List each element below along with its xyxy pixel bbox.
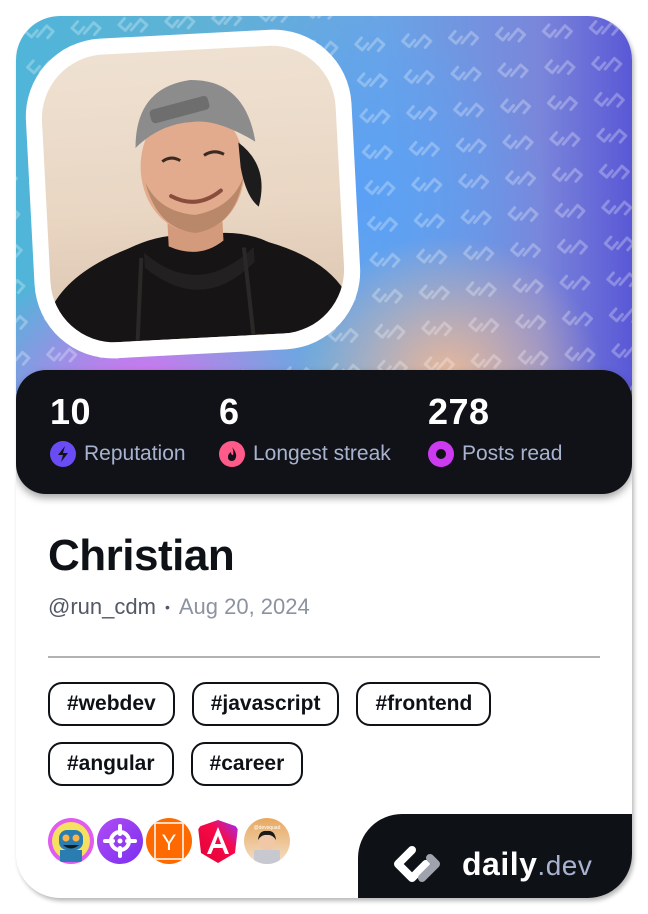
- stat-posts-read: 278 Posts read: [428, 392, 562, 467]
- avatar: [38, 42, 348, 346]
- hacker-news-icon: Y: [154, 822, 184, 860]
- tag-chip[interactable]: #career: [190, 742, 304, 786]
- robot-icon: [52, 822, 90, 862]
- stat-value: 278: [428, 391, 490, 432]
- daily-dev-brand: daily.dev: [358, 814, 632, 898]
- profile-card: 10 Reputation 6 Longest streak 278 Posts…: [16, 16, 632, 898]
- stat-label: Longest streak: [253, 442, 391, 465]
- flame-icon: [219, 441, 245, 467]
- angular-icon: [198, 820, 238, 863]
- svg-text:@devsquad: @devsquad: [254, 825, 281, 831]
- brand-wordmark: daily.dev: [462, 846, 592, 883]
- stat-reputation: 10 Reputation: [50, 392, 186, 467]
- tag-chip[interactable]: #webdev: [48, 682, 175, 726]
- source-angular[interactable]: [195, 818, 241, 864]
- favorite-sources: Y @devsquad: [48, 818, 291, 864]
- separator-dot: •: [164, 599, 170, 615]
- tag-chip[interactable]: #frontend: [356, 682, 492, 726]
- brand-name: daily: [462, 845, 538, 882]
- avatar-frame: [21, 25, 365, 363]
- profile-meta: @run_cdm • Aug 20, 2024: [48, 594, 310, 620]
- stat-longest-streak: 6 Longest streak: [219, 392, 391, 467]
- crosshair-icon: [103, 824, 137, 858]
- svg-text:Y: Y: [162, 830, 177, 855]
- source-devsquad[interactable]: @devsquad: [244, 818, 290, 864]
- stats-bar: 10 Reputation 6 Longest streak 278 Posts…: [16, 370, 632, 494]
- tag-list: #webdev #javascript #frontend #angular #…: [48, 682, 608, 786]
- devsquad-icon: @devsquad: [254, 825, 281, 864]
- stat-value: 10: [50, 391, 92, 432]
- hero-background: [16, 16, 632, 416]
- profile-handle: @run_cdm: [48, 594, 156, 619]
- profile-name: Christian: [48, 531, 235, 580]
- tag-chip[interactable]: #angular: [48, 742, 174, 786]
- daily-dev-logo-icon: [394, 846, 440, 882]
- eye-icon: [428, 441, 454, 467]
- source-crosshair[interactable]: [97, 818, 143, 864]
- source-robot-avatar[interactable]: [48, 818, 94, 864]
- source-hacker-news[interactable]: Y: [146, 818, 192, 864]
- join-date: Aug 20, 2024: [178, 594, 310, 619]
- tag-chip[interactable]: #javascript: [191, 682, 340, 726]
- stat-label: Reputation: [84, 442, 186, 465]
- stat-value: 6: [219, 391, 240, 432]
- divider: [48, 656, 600, 658]
- avatar-illustration: [51, 79, 348, 346]
- stat-label: Posts read: [462, 442, 563, 465]
- brand-tld: .dev: [537, 849, 593, 881]
- lightning-icon: [50, 441, 76, 467]
